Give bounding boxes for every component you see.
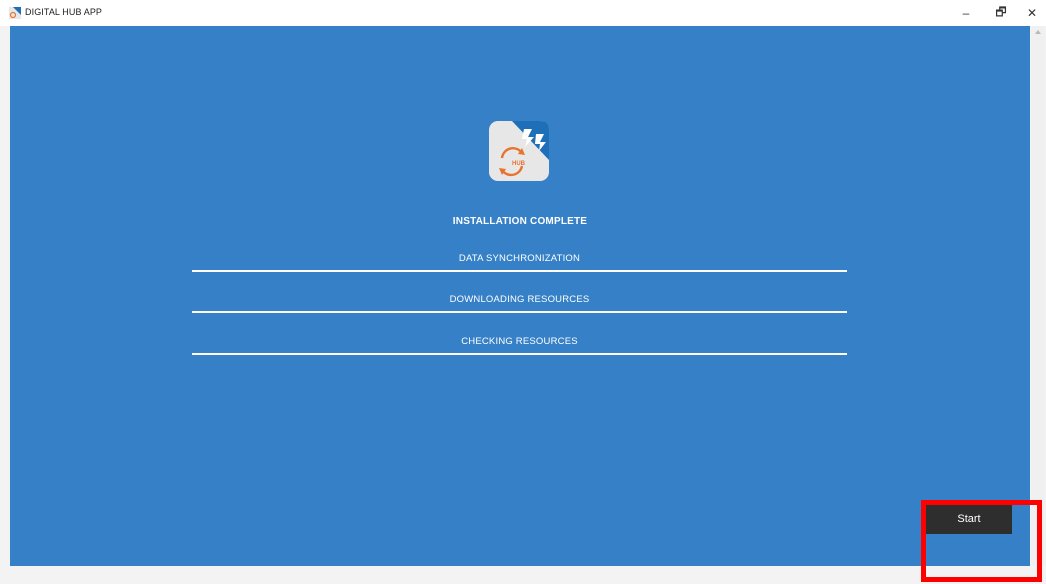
title-bar: DIGITAL HUB APP – 🗗 ✕: [0, 0, 1046, 26]
app-logo-icon: [9, 7, 21, 19]
step-label: CHECKING RESOURCES: [461, 336, 578, 347]
window-title: DIGITAL HUB APP: [25, 7, 103, 17]
restore-icon: 🗗: [995, 4, 1007, 19]
step-label: DATA SYNCHRONIZATION: [458, 253, 581, 264]
main-panel: HUB INSTALLATION COMPLETE DATA SYNCHRONI…: [10, 26, 1030, 566]
minimize-icon: –: [962, 6, 970, 20]
progress-bar: [192, 353, 847, 355]
close-icon: ✕: [1026, 6, 1038, 20]
maximize-button[interactable]: 🗗: [988, 2, 1014, 24]
scroll-up-icon[interactable]: [1035, 30, 1041, 34]
progress-bar: [192, 270, 847, 272]
step-label: DOWNLOADING RESOURCES: [449, 294, 590, 305]
minimize-button[interactable]: –: [953, 2, 979, 24]
app-window: DIGITAL HUB APP – 🗗 ✕ HUB INSTALLATION C…: [0, 0, 1046, 584]
digital-hub-logo-icon: HUB: [489, 121, 549, 181]
vertical-scrollbar[interactable]: [1031, 26, 1045, 566]
page-title: INSTALLATION COMPLETE: [452, 216, 588, 227]
step-downloading-resources: DOWNLOADING RESOURCES: [192, 294, 847, 313]
close-button[interactable]: ✕: [1019, 2, 1045, 24]
step-data-synchronization: DATA SYNCHRONIZATION: [192, 253, 847, 272]
start-button[interactable]: Start: [926, 504, 1012, 534]
logo-badge-text: HUB: [512, 161, 526, 167]
progress-bar: [192, 311, 847, 313]
step-checking-resources: CHECKING RESOURCES: [192, 336, 847, 355]
